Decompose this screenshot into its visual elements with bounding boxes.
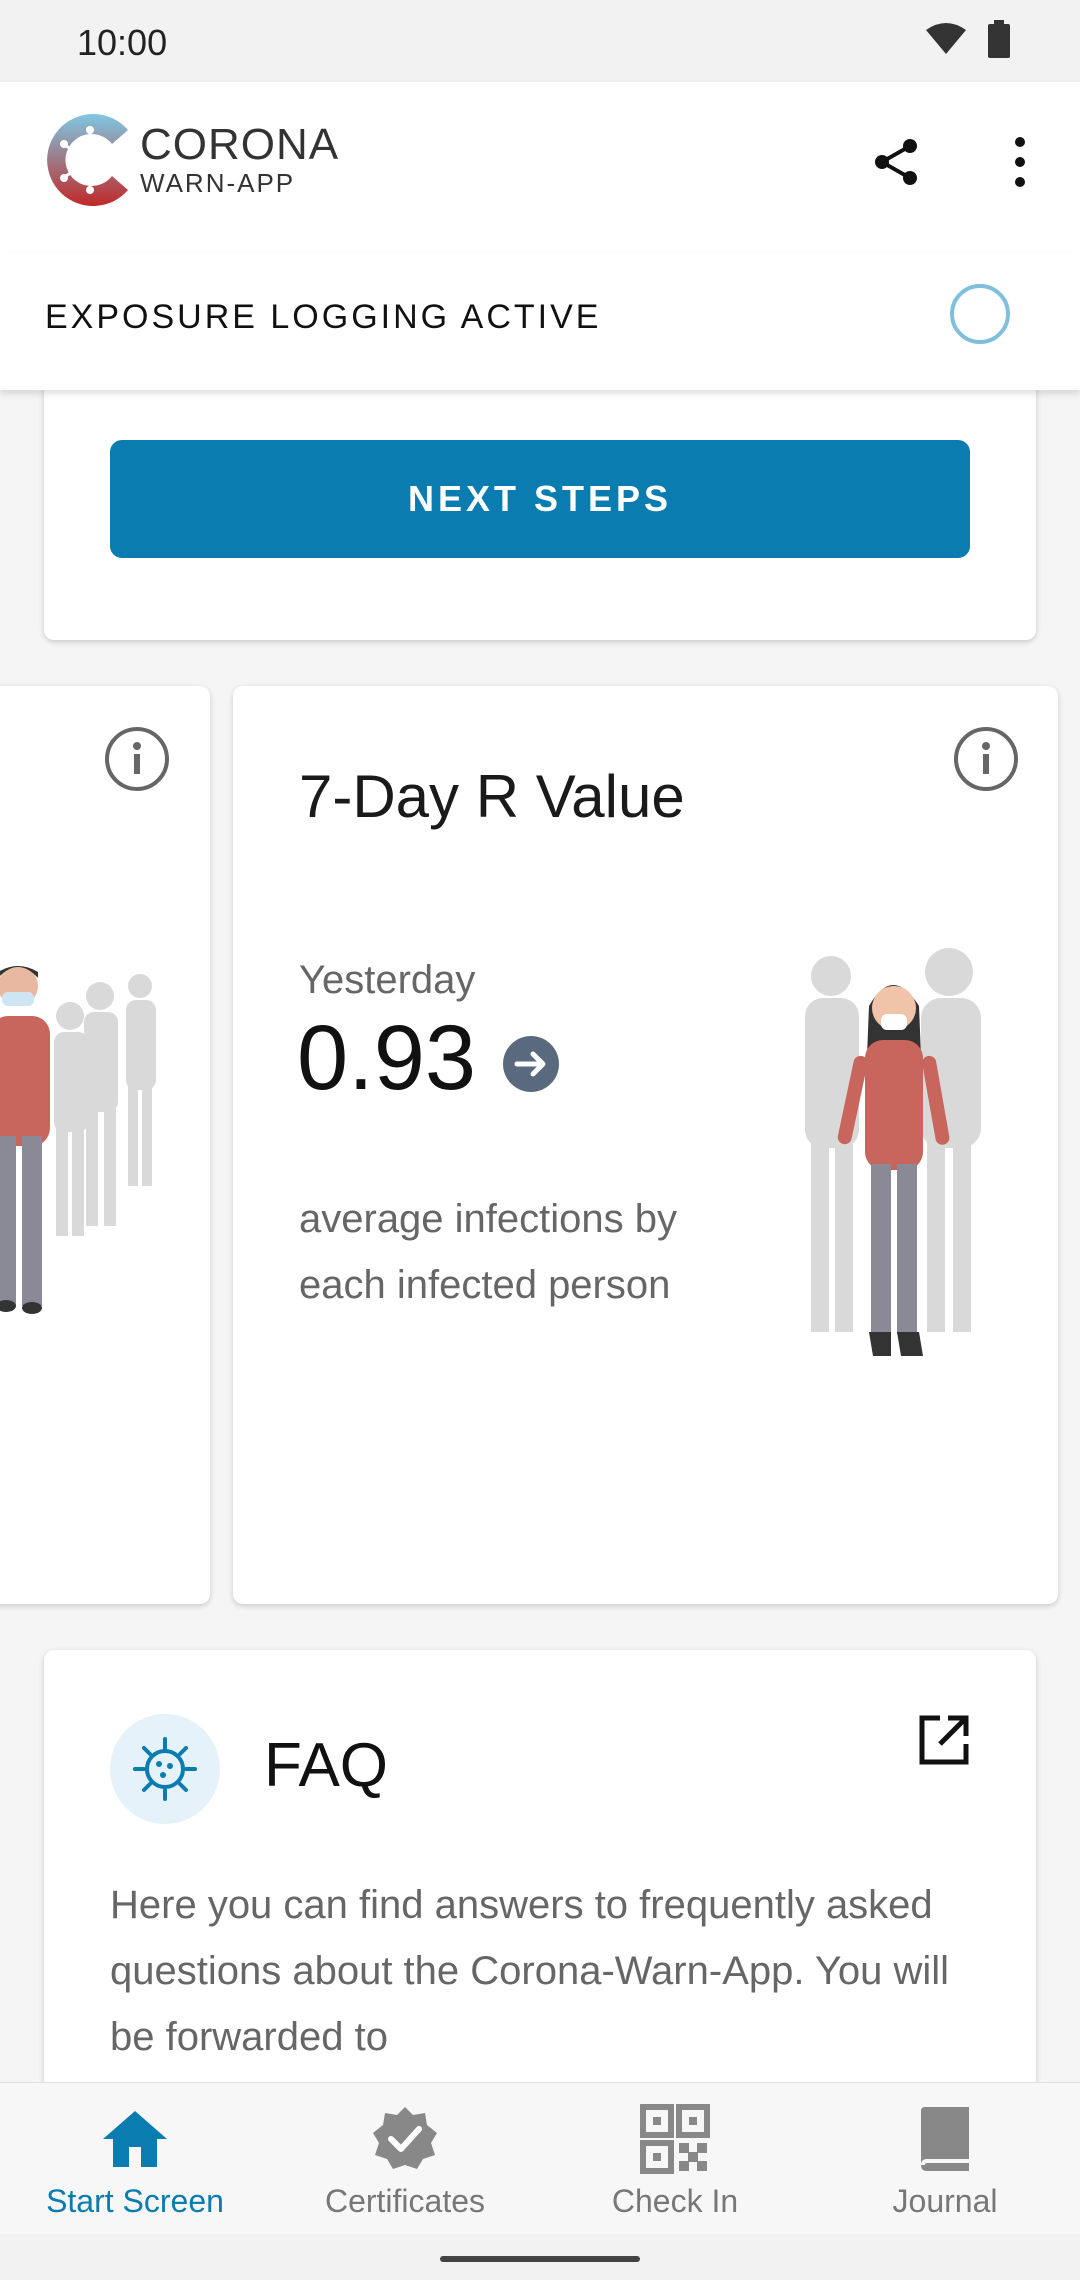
wifi-icon [926,23,966,54]
logo-text-warn-app: WARN-APP [140,168,296,198]
next-steps-button[interactable]: NEXT STEPS [110,440,970,558]
faq-icon-background [110,1714,220,1824]
screen: 10:00 CORONA WARN-APP EXPOSURE LOGGING A… [0,0,1080,2280]
nav-item-journal[interactable]: Journal [810,2083,1080,2235]
corona-warn-app-logo-icon [47,113,128,206]
bottom-navigation: Start Screen Certificates Check In Journ… [0,2082,1080,2234]
battery-icon [988,20,1010,58]
info-icon[interactable] [104,726,170,792]
r-value-description: average infections by each infected pers… [299,1197,678,1307]
info-icon[interactable] [953,726,1019,792]
virus-icon [133,1737,197,1801]
status-bar: 10:00 [0,0,1080,82]
r-value-card[interactable]: 7-Day R Value Yesterday 0.93 average inf… [233,686,1058,1604]
app-bar: CORONA WARN-APP [0,82,1080,252]
nav-item-check-in[interactable]: Check In [540,2083,810,2235]
nav-label: Check In [611,2183,739,2219]
status-icons [926,20,1010,58]
nav-label: Certificates [324,2183,486,2219]
nav-item-start-screen[interactable]: Start Screen [0,2083,270,2235]
faq-title: FAQ [264,1731,389,1800]
faq-description: Here you can find answers to frequently … [110,1883,950,2059]
woman-illustration-icon [805,948,981,1356]
open-external-icon[interactable] [914,1710,974,1770]
more-options-icon[interactable] [1000,134,1040,190]
qr-code-icon [640,2104,710,2174]
gesture-navigation-area [0,2234,1080,2280]
r-value-number: 0.93 [297,1007,477,1109]
home-icon [103,2111,167,2167]
next-steps-card: NEXT STEPS [44,360,1036,640]
nav-label: Start Screen [46,2183,224,2219]
journal-icon [921,2107,969,2171]
exposure-status-ring-icon [950,284,1010,344]
exposure-logging-banner[interactable]: EXPOSURE LOGGING ACTIVE [0,252,1080,390]
exposure-logging-label: EXPOSURE LOGGING ACTIVE [45,298,602,336]
logo-text-corona: CORONA [140,120,340,169]
certificate-icon [373,2107,437,2169]
nav-item-certificates[interactable]: Certificates [270,2083,540,2235]
r-value-title: 7-Day R Value [299,763,685,830]
nav-label: Journal [892,2183,998,2219]
gesture-handle[interactable] [440,2256,640,2262]
trend-arrow-right-icon [503,1036,559,1092]
statistics-card-previous[interactable] [0,686,210,1604]
status-time: 10:00 [77,22,168,63]
share-icon[interactable] [868,134,924,190]
people-illustration-icon [0,966,156,1314]
r-value-subtitle: Yesterday [299,958,476,1002]
